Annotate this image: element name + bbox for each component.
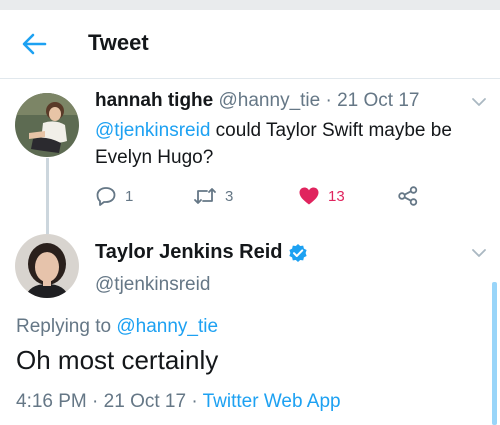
author-name[interactable]: hannah tighe [95,90,213,111]
author-name[interactable]: Taylor Jenkins Reid [95,241,282,264]
profile-photo [15,93,79,157]
chevron-down-icon[interactable] [471,248,487,258]
app-bar: Tweet [0,10,500,79]
heart-filled-icon [299,187,319,205]
dot-separator: · [191,391,198,412]
tweet-meta: 4:16 PM · 21 Oct 17 · Twitter Web App [16,391,341,413]
share-button[interactable] [397,185,419,207]
parent-tweet-header: hannah tighe @hanny_tie · 21 Oct 17 [95,90,420,112]
author-name-row: Taylor Jenkins Reid [95,241,308,264]
dot-separator: · [92,391,99,412]
verified-badge-icon [289,243,308,262]
reply-icon [96,187,116,206]
arrow-left-icon [22,33,47,55]
replying-to-link[interactable]: @hanny_tie [116,316,218,337]
dot-separator: · [325,90,332,111]
back-button[interactable] [20,32,48,56]
tweet-date[interactable]: 21 Oct 17 [337,90,419,111]
profile-photo [15,234,79,298]
avatar-hannah-tighe[interactable] [15,93,79,157]
share-icon [398,186,418,206]
parent-tweet-text: @tjenkinsreid could Taylor Swift maybe b… [95,117,485,171]
tweet-text: Oh most certainly [16,345,219,375]
mention-link[interactable]: @tjenkinsreid [95,120,210,141]
author-handle: @tjenkinsreid [95,274,211,295]
like-button[interactable]: 13 [298,185,345,207]
replying-to-line: Replying to @hanny_tie [16,316,218,338]
tweet-time: 4:16 PM [16,391,87,412]
page-title: Tweet [88,30,149,55]
avatar-taylor-jenkins-reid[interactable] [15,234,79,298]
thread-connector [46,158,49,234]
retweet-count: 3 [225,187,234,205]
tweet-date: 21 Oct 17 [103,391,187,412]
reply-button[interactable]: 1 [95,185,133,207]
author-handle: @hanny_tie [218,90,321,111]
status-bar [0,0,500,10]
tweet-source-link[interactable]: Twitter Web App [203,391,341,412]
chevron-down-icon[interactable] [471,97,487,107]
retweet-button[interactable]: 3 [193,185,233,207]
reply-count: 1 [125,187,134,205]
like-count: 13 [328,187,345,205]
replying-to-label: Replying to [16,316,117,337]
scrollbar[interactable] [492,282,497,425]
retweet-icon [194,188,216,204]
tweet-text-line-2: Evelyn Hugo? [95,147,214,168]
tweet-text-line-1: could Taylor Swift maybe be [210,120,452,141]
